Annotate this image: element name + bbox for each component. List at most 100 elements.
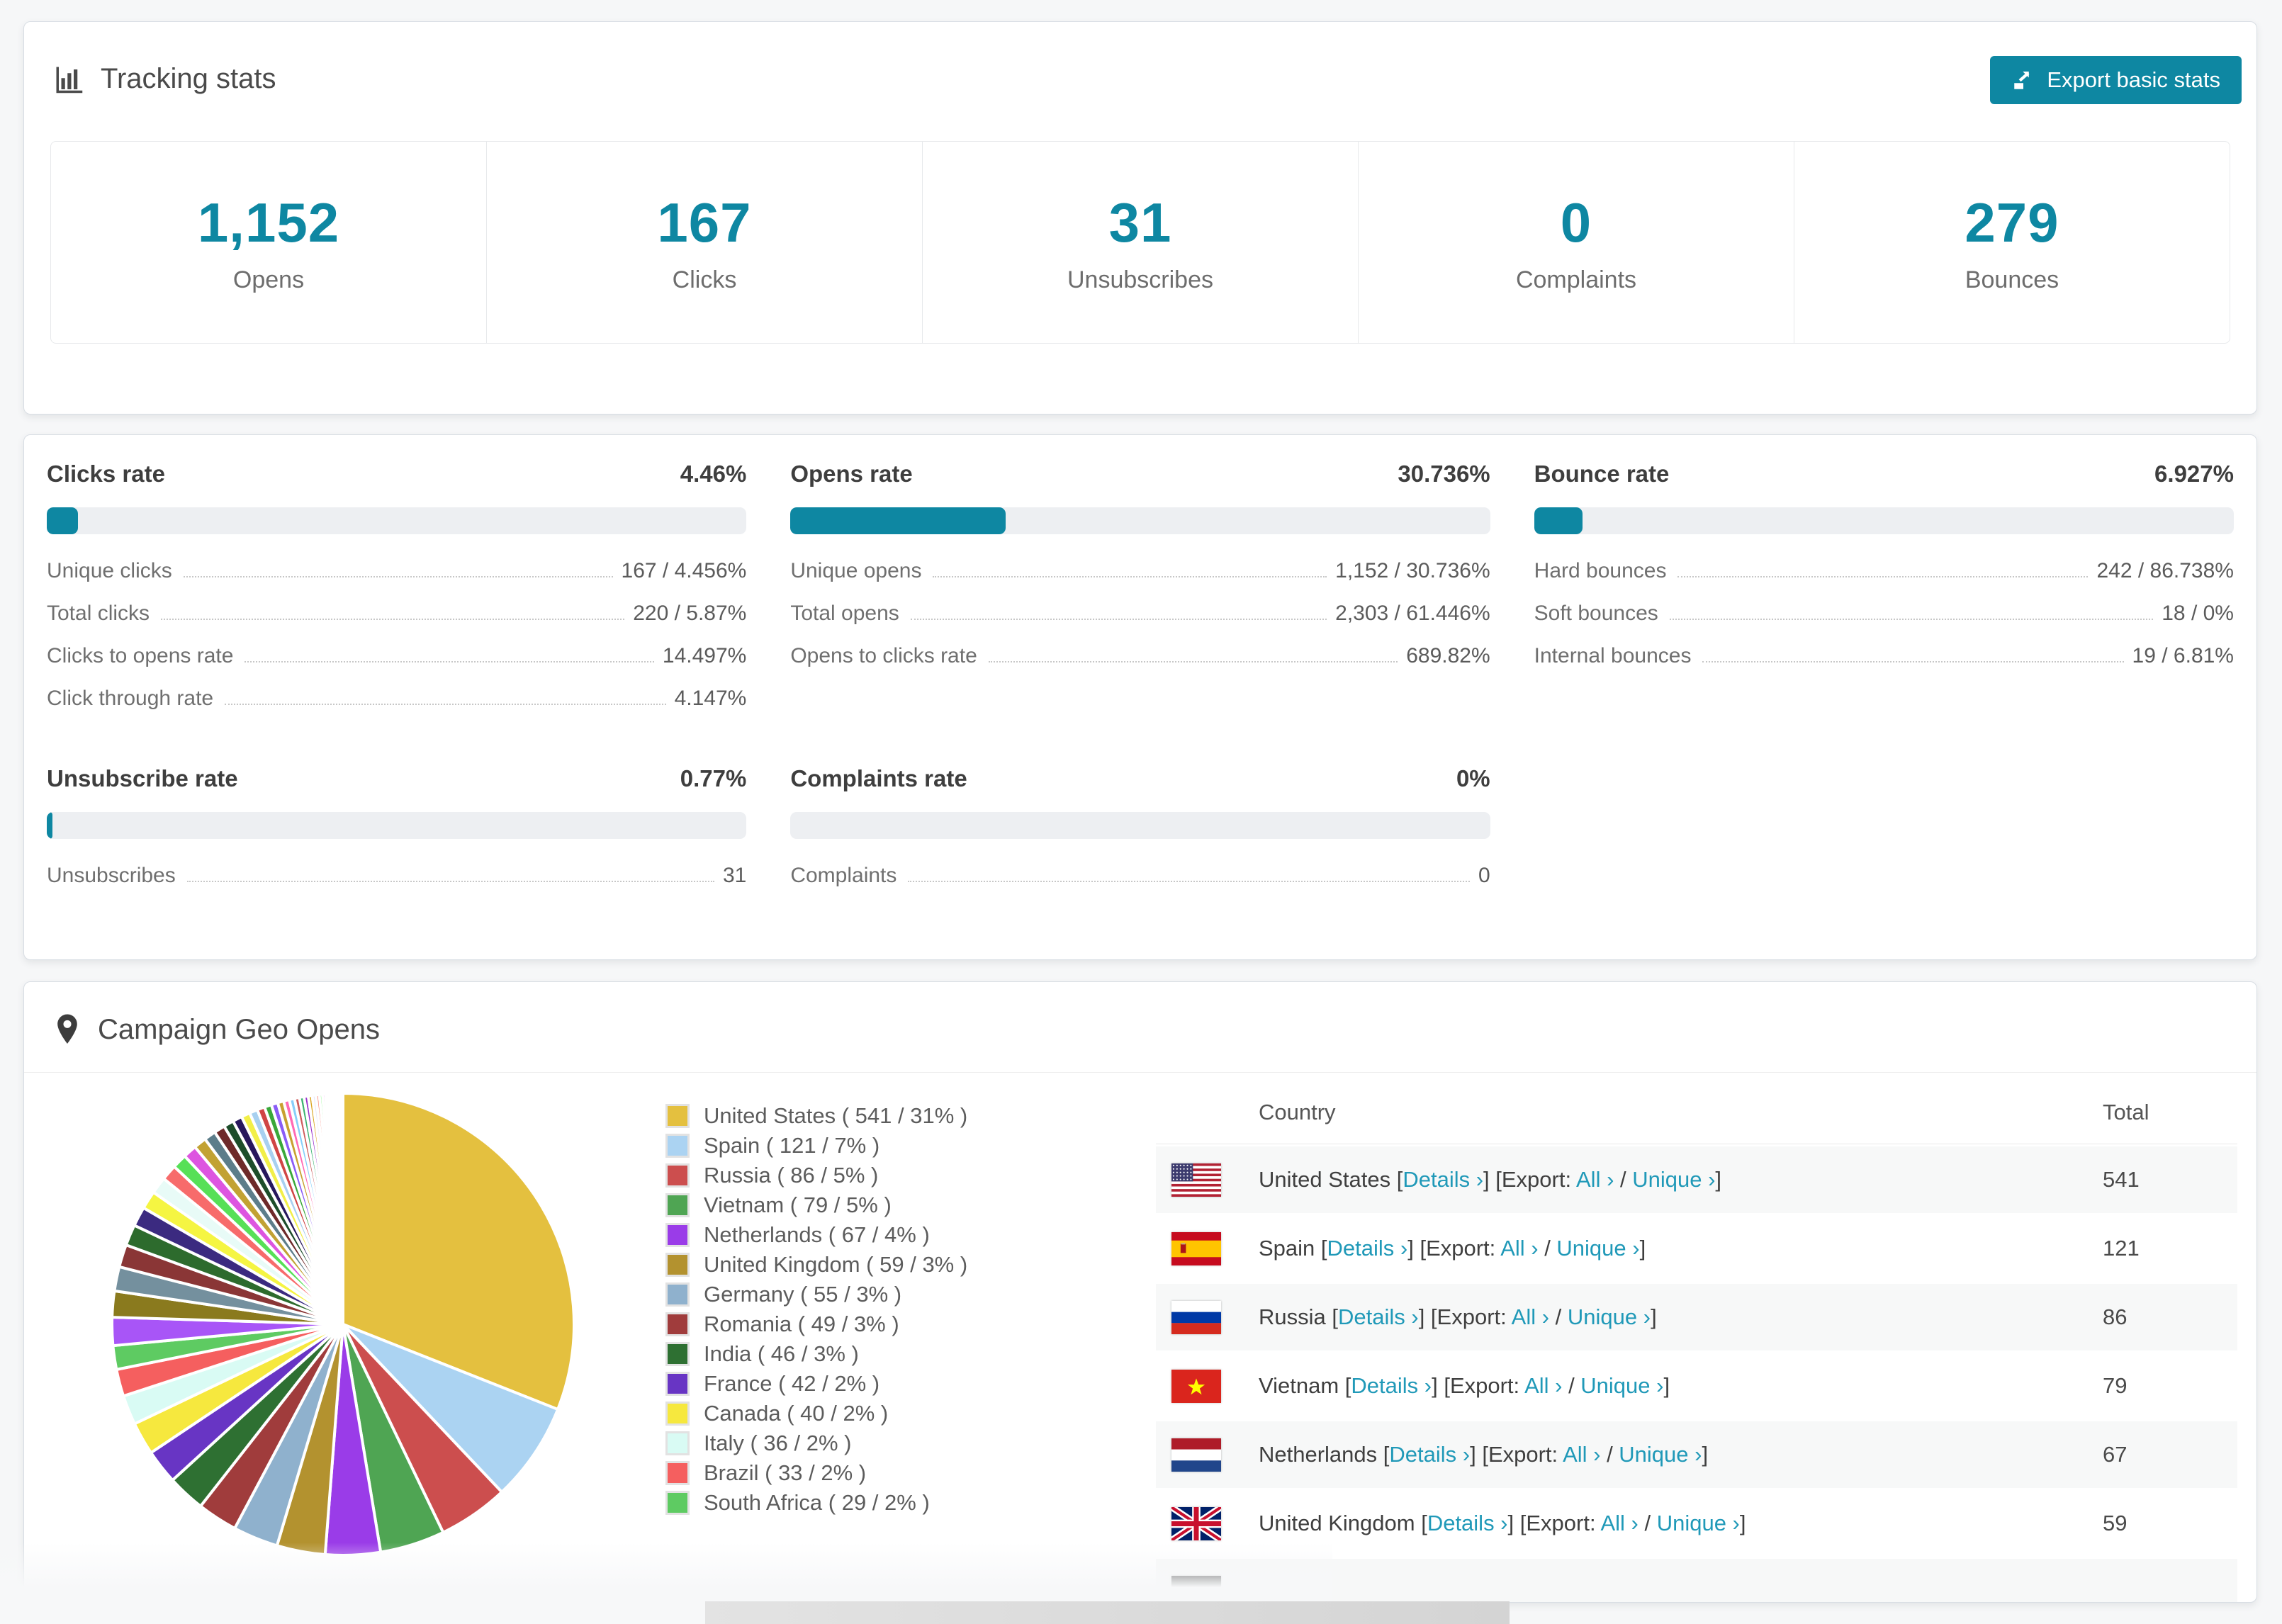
dotted-leader <box>1677 576 2089 577</box>
progress-bar <box>790 812 1490 839</box>
rate-row-label: Complaints <box>790 864 897 887</box>
rates-card: Clicks rate 4.46% Unique clicks 167 / 4.456… <box>23 434 2257 960</box>
legend-item-netherlands: Netherlands ( 67 / 4% ) <box>665 1220 967 1250</box>
summary-label: Unsubscribes <box>1067 266 1213 293</box>
summary-box-complaints: 0 Complaints <box>1358 142 1794 343</box>
country-name: Russia <box>1259 1304 1332 1329</box>
rate-title: Unsubscribe rate <box>47 765 238 791</box>
details-link[interactable]: Details › <box>1403 1167 1483 1192</box>
details-link[interactable]: Details › <box>1327 1236 1408 1261</box>
rate-row-label: Internal bounces <box>1534 644 1692 667</box>
export-unique-link[interactable]: Unique › <box>1657 1511 1740 1535</box>
rate-rows: Unsubscribes 31 <box>47 855 746 897</box>
rate-row-value: 0 <box>1478 864 1490 887</box>
export-all-link[interactable]: All › <box>1524 1373 1562 1398</box>
tracking-stats-header: Tracking stats <box>54 63 276 95</box>
table-row-united-states: United States [Details ›] [Export: All ›… <box>1156 1146 2237 1213</box>
export-all-link[interactable]: All › <box>1576 1167 1614 1192</box>
country-cell: Russia [Details ›] [Export: All › / Uniq… <box>1259 1304 1657 1329</box>
rate-row: Clicks to opens rate 14.497% <box>47 635 746 677</box>
table-row <box>1156 1559 2237 1602</box>
total-column-header: Total <box>2103 1100 2149 1124</box>
summary-value: 167 <box>657 191 752 254</box>
rate-value: 6.927% <box>2154 461 2234 487</box>
export-unique-link[interactable]: Unique › <box>1580 1373 1663 1398</box>
dotted-leader <box>186 881 714 882</box>
legend-label: Vietnam ( 79 / 5% ) <box>704 1192 892 1217</box>
rate-panel-opens-rate: Opens rate 30.736% Unique opens 1,152 / 30.… <box>790 461 1490 720</box>
rate-title-row: Unsubscribe rate 0.77% <box>47 765 746 792</box>
progress-fill <box>790 507 1006 534</box>
details-link[interactable]: Details › <box>1351 1373 1432 1398</box>
summary-value: 0 <box>1560 191 1592 254</box>
export-basic-stats-button[interactable]: Export basic stats <box>1990 56 2242 104</box>
rate-rows: Unique opens 1,152 / 30.736% Total opens 2,… <box>790 550 1490 677</box>
total-cell: 59 <box>2103 1511 2128 1535</box>
us-flag-icon <box>1171 1163 1221 1197</box>
country-column-header: Country <box>1259 1100 1336 1124</box>
export-unique-link[interactable]: Unique › <box>1568 1304 1651 1329</box>
legend-label: Netherlands ( 67 / 4% ) <box>704 1222 930 1247</box>
export-all-link[interactable]: All › <box>1600 1511 1638 1535</box>
rate-row-label: Hard bounces <box>1534 559 1667 582</box>
legend-item-south-africa: South Africa ( 29 / 2% ) <box>665 1488 967 1518</box>
dotted-leader <box>910 619 1327 620</box>
geo-pie-chart <box>111 1091 575 1557</box>
dotted-leader <box>988 661 1398 662</box>
rate-row-value: 220 / 5.87% <box>633 602 747 625</box>
geo-pie-legend: United States ( 541 / 31% ) Spain ( 121 /… <box>665 1101 967 1518</box>
export-unique-link[interactable]: Unique › <box>1556 1236 1639 1261</box>
dotted-leader <box>933 576 1327 577</box>
legend-item-brazil: Brazil ( 33 / 2% ) <box>665 1458 967 1488</box>
country-cell: United Kingdom [Details ›] [Export: All … <box>1259 1511 1746 1535</box>
dotted-leader <box>908 881 1470 882</box>
rate-row-label: Click through rate <box>47 687 214 710</box>
dotted-leader <box>244 661 654 662</box>
legend-item-vietnam: Vietnam ( 79 / 5% ) <box>665 1190 967 1220</box>
rate-title-row: Opens rate 30.736% <box>790 461 1490 487</box>
rate-title: Opens rate <box>790 461 913 487</box>
summary-label: Bounces <box>1965 266 2059 293</box>
table-row-russia: Russia [Details ›] [Export: All › / Uniq… <box>1156 1284 2237 1350</box>
dotted-leader <box>225 704 666 705</box>
rate-row-value: 4.147% <box>674 687 747 710</box>
horizontal-scrollbar[interactable] <box>705 1601 1510 1624</box>
geo-table-header: Country Total <box>1156 1081 2237 1144</box>
country-cell: United States [Details ›] [Export: All ›… <box>1259 1167 1722 1192</box>
rate-panel-unsubscribe-rate: Unsubscribe rate 0.77% Unsubscribes 31 <box>47 765 747 897</box>
rate-row-label: Unique opens <box>790 559 922 582</box>
pie-slice-other[interactable] <box>339 1091 344 1326</box>
country-cell: Spain [Details ›] [Export: All › / Uniqu… <box>1259 1236 1646 1261</box>
es-flag-icon <box>1171 1231 1221 1265</box>
details-link[interactable]: Details › <box>1389 1442 1470 1467</box>
legend-swatch <box>665 1342 690 1366</box>
dotted-leader <box>1702 661 2124 662</box>
legend-label: Italy ( 36 / 2% ) <box>704 1431 852 1455</box>
legend-label: United States ( 541 / 31% ) <box>704 1103 968 1128</box>
summary-label: Opens <box>232 266 305 293</box>
export-all-link[interactable]: All › <box>1500 1236 1538 1261</box>
details-link[interactable]: Details › <box>1427 1511 1508 1535</box>
rate-row: Total opens 2,303 / 61.446% <box>790 592 1490 635</box>
legend-swatch <box>665 1461 690 1485</box>
summary-label: Complaints <box>1515 266 1637 293</box>
export-unique-link[interactable]: Unique › <box>1619 1442 1702 1467</box>
progress-bar <box>47 812 747 839</box>
export-all-link[interactable]: All › <box>1512 1304 1549 1329</box>
legend-label: Spain ( 121 / 7% ) <box>704 1133 880 1158</box>
table-row-vietnam: Vietnam [Details ›] [Export: All › / Uni… <box>1156 1353 2237 1419</box>
legend-item-india: India ( 46 / 3% ) <box>665 1339 967 1369</box>
legend-swatch <box>665 1193 690 1217</box>
export-button-label: Export basic stats <box>2047 67 2220 92</box>
dotted-leader <box>161 619 625 620</box>
tracking-stats-card: Tracking stats Export basic stats 1,152 O… <box>23 21 2257 415</box>
legend-swatch <box>665 1372 690 1396</box>
legend-swatch <box>665 1104 690 1128</box>
export-all-link[interactable]: All › <box>1563 1442 1600 1467</box>
legend-label: Canada ( 40 / 2% ) <box>704 1401 889 1426</box>
legend-label: United Kingdom ( 59 / 3% ) <box>704 1252 968 1277</box>
country-cell: Vietnam [Details ›] [Export: All › / Uni… <box>1259 1373 1670 1398</box>
rate-row-value: 14.497% <box>662 644 747 667</box>
details-link[interactable]: Details › <box>1338 1304 1419 1329</box>
export-unique-link[interactable]: Unique › <box>1632 1167 1715 1192</box>
